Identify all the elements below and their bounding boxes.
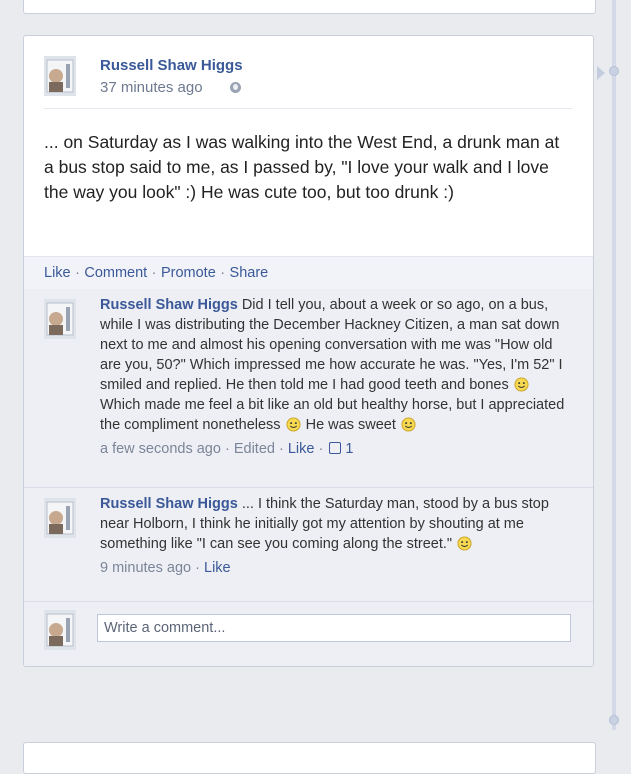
divider — [44, 108, 572, 109]
my-avatar[interactable] — [44, 610, 76, 650]
next-story-card — [23, 742, 596, 774]
comment-meta: a few seconds ago · Edited · Like · 1 — [100, 439, 570, 459]
timeline-spine — [612, 0, 616, 730]
comment-meta: 9 minutes ago · Like — [100, 558, 570, 578]
comment-author[interactable]: Russell Shaw Higgs — [100, 496, 238, 512]
comment: Russell Shaw Higgs Did I tell you, about… — [24, 289, 593, 487]
story-card: Russell Shaw Higgs 37 minutes ago ... on… — [23, 35, 594, 667]
comment-timestamp[interactable]: 9 minutes ago — [100, 560, 191, 576]
like-link[interactable]: Like — [44, 265, 71, 281]
separator: · — [318, 441, 324, 457]
post-text: ... on Saturday as I was walking into th… — [44, 132, 560, 202]
separator: · — [220, 265, 226, 281]
comment-body: Russell Shaw Higgs Did I tell you, about… — [100, 295, 570, 459]
like-count[interactable]: 1 — [345, 441, 353, 457]
smiley-emoticon-icon — [514, 377, 529, 392]
comment: Russell Shaw Higgs ... I think the Satur… — [24, 488, 593, 608]
thumbs-up-icon[interactable] — [329, 442, 342, 454]
post-timestamp[interactable]: 37 minutes ago — [100, 79, 203, 96]
commenter-avatar[interactable] — [44, 498, 76, 538]
share-link[interactable]: Share — [230, 265, 269, 281]
separator: · — [75, 265, 80, 281]
separator: · — [195, 560, 200, 576]
smiley-emoticon-icon — [457, 536, 472, 551]
author-avatar[interactable] — [44, 56, 76, 96]
commenter-avatar[interactable] — [44, 299, 76, 339]
comment-link[interactable]: Comment — [84, 265, 147, 281]
comment-timestamp[interactable]: a few seconds ago — [100, 441, 221, 457]
comment-text: He was sweet — [301, 417, 400, 433]
comments-list: Russell Shaw Higgs Did I tell you, about… — [24, 289, 593, 666]
action-bar: Like · Comment · Promote · Share — [24, 256, 593, 289]
timeline-dot — [609, 66, 619, 76]
promote-link[interactable]: Promote — [161, 265, 216, 281]
globe-icon — [230, 82, 241, 93]
previous-story-card — [23, 0, 596, 14]
separator: · — [278, 441, 284, 457]
timeline-dot — [609, 715, 619, 725]
divider — [24, 601, 593, 602]
smiley-emoticon-icon — [286, 417, 301, 432]
separator: · — [224, 441, 230, 457]
comment-like-link[interactable]: Like — [288, 441, 315, 457]
post-author-name[interactable]: Russell Shaw Higgs — [100, 57, 243, 74]
smiley-emoticon-icon — [401, 417, 416, 432]
separator: · — [151, 265, 157, 281]
comment-body: Russell Shaw Higgs ... I think the Satur… — [100, 494, 570, 578]
edited-label[interactable]: Edited — [234, 441, 275, 457]
comment-like-link[interactable]: Like — [204, 560, 231, 576]
timeline-arrow — [597, 66, 605, 80]
comment-author[interactable]: Russell Shaw Higgs — [100, 297, 238, 313]
write-comment-input[interactable]: Write a comment... — [97, 614, 571, 642]
